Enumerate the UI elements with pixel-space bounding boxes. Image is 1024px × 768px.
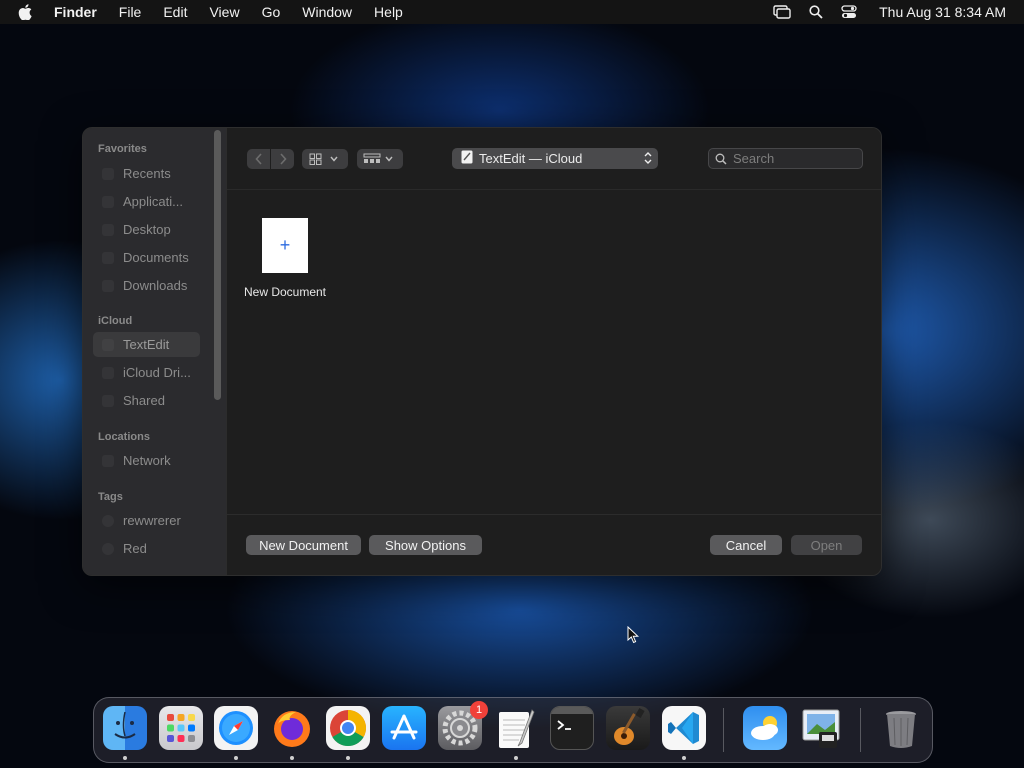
- sidebar-item-tag-rewwrerer[interactable]: rewwrerer: [93, 508, 200, 533]
- desktop-icon: [102, 223, 114, 236]
- cloud-icon: [102, 366, 114, 379]
- sidebar-item-downloads[interactable]: Downloads: [93, 273, 200, 298]
- preview-icon[interactable]: [799, 706, 843, 750]
- network-icon: [102, 454, 114, 467]
- vscode-icon[interactable]: [662, 706, 706, 750]
- show-options-button[interactable]: Show Options: [369, 535, 482, 555]
- menu-go[interactable]: Go: [262, 4, 281, 20]
- trash-icon[interactable]: [879, 706, 923, 750]
- menu-bar: Finder File Edit View Go Window Help Thu…: [0, 0, 1024, 24]
- location-popup[interactable]: TextEdit — iCloud: [452, 148, 658, 169]
- document-icon: [461, 150, 473, 167]
- app-store-icon[interactable]: [382, 706, 426, 750]
- new-document-button[interactable]: New Document: [246, 535, 361, 555]
- search-icon: [715, 153, 727, 165]
- open-file-dialog: Favorites Recents Applicati... Desktop D…: [82, 127, 882, 576]
- apple-icon[interactable]: [18, 4, 34, 20]
- dock: 1: [93, 697, 933, 763]
- document-icon: [102, 251, 114, 264]
- new-document-tile[interactable]: +: [262, 218, 308, 273]
- tag-dot-icon: [102, 542, 114, 555]
- tag-dot-icon: [102, 514, 114, 527]
- dock-separator: [860, 708, 861, 752]
- launchpad-icon[interactable]: [159, 706, 203, 750]
- sidebar-item-tag-red[interactable]: Red: [93, 536, 200, 561]
- sidebar-header-favorites: Favorites: [98, 143, 147, 155]
- dock-running-indicator: [346, 756, 350, 760]
- dialog-sidebar: Favorites Recents Applicati... Desktop D…: [83, 128, 226, 575]
- folder-icon: [102, 338, 114, 351]
- sidebar-header-locations: Locations: [98, 431, 150, 443]
- sidebar-item-applications[interactable]: Applicati...: [93, 189, 200, 214]
- sidebar-item-network[interactable]: Network: [93, 448, 200, 473]
- search-field[interactable]: Search: [708, 148, 863, 169]
- control-center-icon[interactable]: [841, 5, 857, 19]
- applications-icon: [102, 195, 114, 208]
- firefox-icon[interactable]: [270, 706, 314, 750]
- new-document-tile-label[interactable]: New Document: [227, 285, 343, 299]
- mouse-pointer-icon: [627, 625, 640, 649]
- chevron-left-icon: [254, 153, 262, 165]
- finder-icon[interactable]: [103, 706, 147, 750]
- spotlight-search-icon[interactable]: [809, 5, 823, 19]
- dock-separator: [723, 708, 724, 752]
- open-button[interactable]: Open: [791, 535, 862, 555]
- menu-help[interactable]: Help: [374, 4, 403, 20]
- menu-finder[interactable]: Finder: [54, 4, 97, 20]
- plus-icon: +: [279, 235, 291, 255]
- sidebar-item-desktop[interactable]: Desktop: [93, 217, 200, 242]
- sidebar-item-recents[interactable]: Recents: [93, 161, 200, 186]
- group-grid-icon: [363, 153, 393, 163]
- sidebar-item-icloud-drive[interactable]: iCloud Dri...: [93, 360, 200, 385]
- sidebar-header-icloud: iCloud: [98, 315, 133, 327]
- clock-icon: [102, 167, 114, 180]
- dock-running-indicator: [514, 756, 518, 760]
- safari-icon[interactable]: [214, 706, 258, 750]
- dock-running-indicator: [682, 756, 686, 760]
- dialog-toolbar: TextEdit — iCloud Search: [227, 128, 881, 190]
- terminal-icon[interactable]: [550, 706, 594, 750]
- group-by-button[interactable]: [357, 149, 403, 169]
- menu-view[interactable]: View: [209, 4, 239, 20]
- location-label: TextEdit — iCloud: [479, 151, 583, 166]
- menu-file[interactable]: File: [119, 4, 142, 20]
- weather-icon[interactable]: [743, 706, 787, 750]
- textedit-icon[interactable]: [494, 706, 538, 750]
- screen-mirroring-icon[interactable]: [773, 5, 791, 19]
- forward-button[interactable]: [271, 149, 294, 169]
- sidebar-item-shared[interactable]: Shared: [93, 388, 200, 413]
- dock-running-indicator: [234, 756, 238, 760]
- dialog-bottom-bar: New Document Show Options Cancel Open: [227, 514, 881, 575]
- menu-clock[interactable]: Thu Aug 31 8:34 AM: [879, 4, 1006, 20]
- sidebar-scrollbar[interactable]: [214, 130, 221, 400]
- menu-window[interactable]: Window: [302, 4, 352, 20]
- menu-edit[interactable]: Edit: [163, 4, 187, 20]
- view-mode-button[interactable]: [302, 149, 348, 169]
- search-placeholder: Search: [733, 151, 775, 166]
- dialog-content: TextEdit — iCloud Search + New Document …: [226, 128, 881, 575]
- dock-running-indicator: [123, 756, 127, 760]
- sidebar-item-textedit[interactable]: TextEdit: [93, 332, 200, 357]
- chevron-right-icon: [279, 153, 287, 165]
- sidebar-header-tags: Tags: [98, 491, 123, 503]
- shared-folder-icon: [102, 394, 114, 407]
- dock-running-indicator: [290, 756, 294, 760]
- settings-badge: 1: [470, 701, 488, 719]
- back-button[interactable]: [247, 149, 270, 169]
- icon-grid-icon: [309, 153, 338, 165]
- chrome-icon[interactable]: [326, 706, 370, 750]
- garageband-icon[interactable]: [606, 706, 650, 750]
- cancel-button[interactable]: Cancel: [710, 535, 782, 555]
- downloads-icon: [102, 279, 114, 292]
- chevron-updown-icon: [644, 151, 652, 168]
- sidebar-item-documents[interactable]: Documents: [93, 245, 200, 270]
